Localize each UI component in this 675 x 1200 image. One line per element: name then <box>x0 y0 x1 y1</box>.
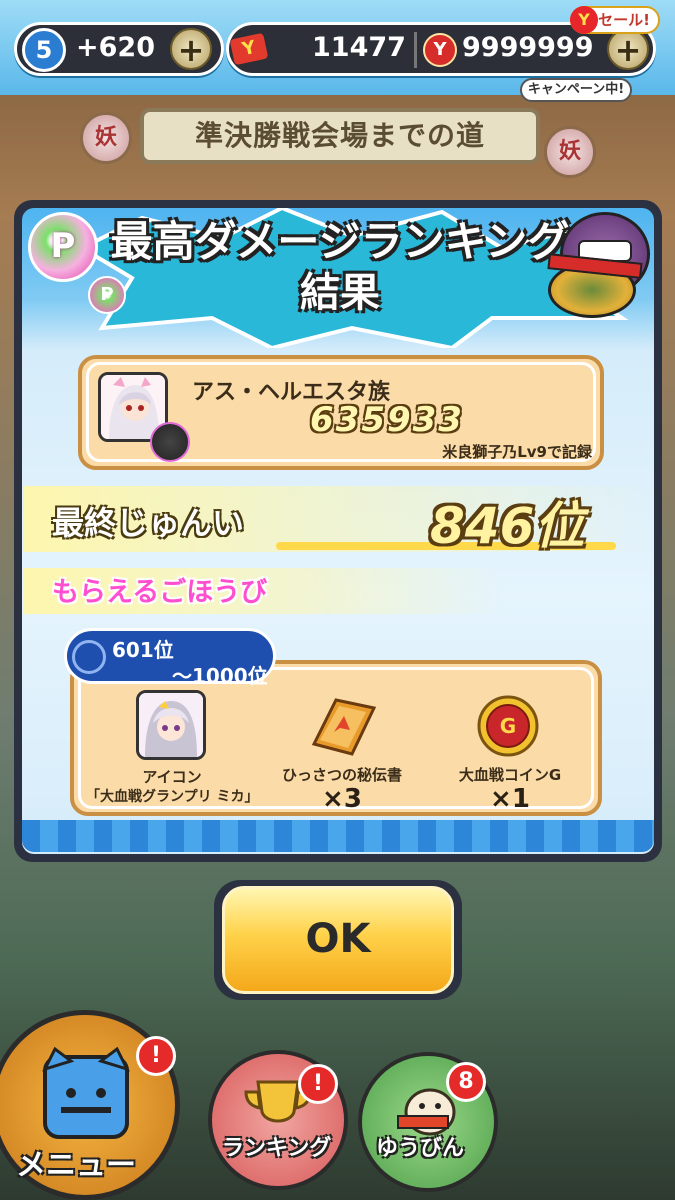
reward-name-book: ひっさつの秘伝書 <box>281 766 402 784</box>
reward-label: もらえるごほうび <box>52 577 268 608</box>
reward-name-icon-line2: 「大血戦グランプリ ミカ」 <box>86 789 259 805</box>
recorded-by: 米良獅子乃Lv9で記録 <box>442 443 592 461</box>
ok-button[interactable]: OK <box>222 886 454 994</box>
damage-score: 635933 <box>310 400 464 440</box>
ranking-label: ランキング <box>222 1136 332 1161</box>
svg-text:G: G <box>500 714 516 738</box>
menu-yokai-icon <box>42 1046 130 1139</box>
mail-label: ゆうびん <box>376 1136 465 1161</box>
reward-qty-book: ×3 <box>322 784 362 814</box>
reward-book-icon <box>306 694 377 758</box>
swirl-icon <box>72 640 106 674</box>
ticket-count: 11477 <box>312 32 406 63</box>
yokai-emblem-left-icon: 妖 <box>80 112 132 164</box>
player-level-badge: 5 <box>22 28 66 72</box>
reward-portrait-icon <box>136 690 206 760</box>
ranking-alert-badge: ! <box>298 1064 338 1104</box>
sale-y-icon: Y <box>570 6 598 34</box>
team-yokai-icon <box>150 422 190 462</box>
reward-qty-coin: ×1 <box>490 784 530 814</box>
campaign-badge[interactable]: キャンペーン中! <box>520 78 632 102</box>
coin-icon: G <box>477 695 539 757</box>
reward-coin-icon: G <box>476 694 540 758</box>
dialog-subtitle: 結果 <box>300 270 380 316</box>
final-rank-value: 846位 <box>430 497 585 555</box>
stamina-value: +620 <box>76 32 155 63</box>
rank-range-from: 601位 <box>112 638 174 662</box>
yokai-emblem-right-icon: 妖 <box>544 126 596 178</box>
reward-name-coin: 大血戦コインG <box>458 766 562 784</box>
final-rank-label: 最終じゅんい <box>52 504 245 542</box>
menu-label: メニュー <box>16 1148 136 1183</box>
currency-divider <box>414 32 417 68</box>
points-badge-icon: P <box>28 212 98 282</box>
add-money-button[interactable]: + <box>607 28 649 70</box>
points-badge-small-icon: P <box>88 276 126 314</box>
money-icon: Y <box>423 33 457 67</box>
reward-name-icon-line1: アイコン <box>142 768 202 786</box>
book-icon <box>311 698 377 756</box>
rank-range-to: ～1000位 <box>172 664 268 688</box>
stage-title: 準決勝戦会場までの道 <box>140 108 540 164</box>
portrait-icon <box>139 693 203 757</box>
menu-alert-badge: ! <box>136 1036 176 1076</box>
money-count: 9999999 <box>462 32 594 63</box>
mail-count-badge: 8 <box>446 1062 486 1102</box>
add-stamina-button[interactable]: + <box>170 28 212 70</box>
dialog-bottom-stripes <box>22 820 654 852</box>
